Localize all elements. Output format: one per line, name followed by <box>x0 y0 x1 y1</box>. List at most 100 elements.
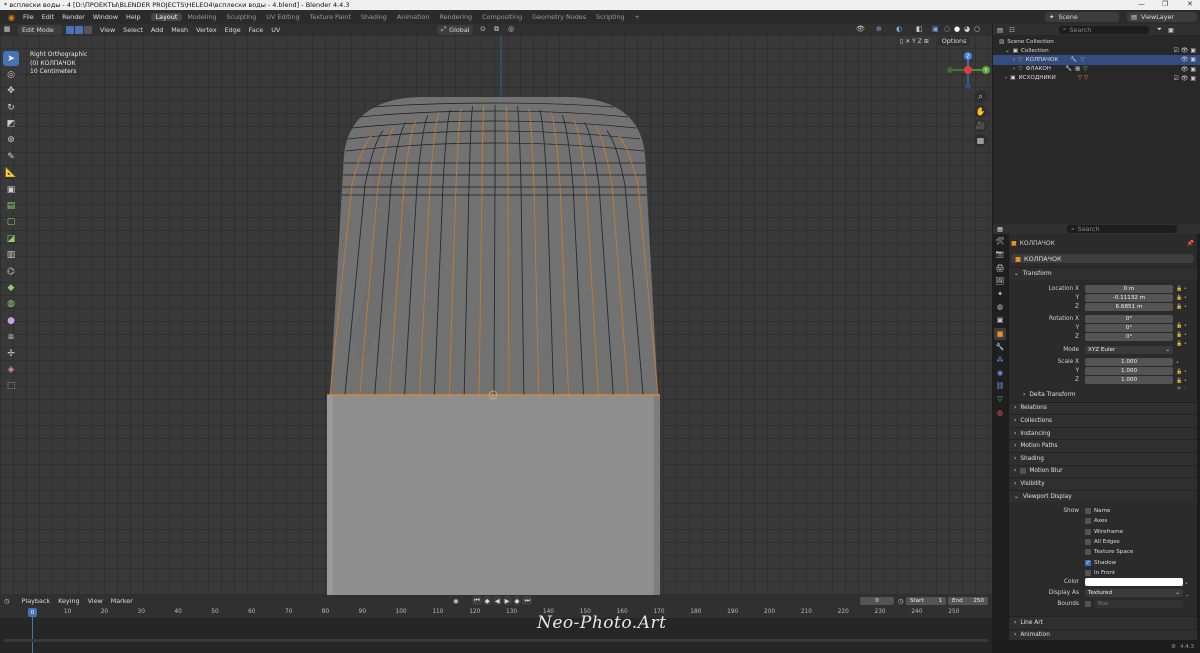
edge-slide-icon[interactable]: ⧈ <box>3 330 19 345</box>
object-datablock-field[interactable]: ■ КОЛПАЧОК <box>1011 254 1194 263</box>
visibility-icon[interactable]: 👁 <box>856 25 865 33</box>
timeline-menu-marker[interactable]: Marker <box>107 597 137 605</box>
location-z-field[interactable]: 6.6851 m <box>1085 303 1173 311</box>
rotation-y-field[interactable]: 0° <box>1085 324 1173 332</box>
constraints-tab-icon[interactable]: ⛓ <box>994 380 1006 392</box>
cursor-icon[interactable]: ◎ <box>3 67 19 82</box>
motion-blur-checkbox[interactable] <box>1020 468 1027 475</box>
start-frame-field[interactable]: Start 1 <box>906 597 946 605</box>
menu-render[interactable]: Render <box>58 13 89 21</box>
outliner-row-collection[interactable]: ⌄ ▣ Collection ☑ 👁 ▣ <box>993 46 1200 55</box>
workspace-tab-sculpting[interactable]: Sculpting <box>221 13 261 21</box>
flakon-visibility-icons[interactable]: 👁 ▣ <box>1181 66 1196 73</box>
viewport-menu-view[interactable]: View <box>96 26 119 34</box>
annotate-icon[interactable]: ✎ <box>3 149 19 164</box>
timeline-menu-playback[interactable]: Playback <box>18 597 55 605</box>
data-tab-icon[interactable]: ▽ <box>994 393 1006 405</box>
workspace-tab-rendering[interactable]: Rendering <box>434 13 477 21</box>
lock-keyframe-column[interactable]: 🔓 •🔓 •🔓 •🔓 •🔓 •🔓 • •🔓 •🔓 •🔓 • <box>1176 285 1187 395</box>
outliner-filter-icon[interactable]: ☷ <box>1009 26 1015 34</box>
outliner-search-input[interactable]: ⌕ Search <box>1058 25 1149 34</box>
particles-tab-icon[interactable]: ⁂ <box>994 354 1006 366</box>
end-frame-field[interactable]: End 250 <box>948 597 988 605</box>
rip-region-icon[interactable]: ⬚ <box>3 379 19 394</box>
viewport-menu-face[interactable]: Face <box>245 26 267 34</box>
measure-icon[interactable]: 📐 <box>3 166 19 181</box>
view-layer-tab-icon[interactable]: 🖼 <box>994 275 1006 287</box>
face-select-icon[interactable] <box>84 25 92 34</box>
vertex-select-icon[interactable] <box>66 25 74 34</box>
workspace-tab-scripting[interactable]: Scripting <box>591 13 629 21</box>
smooth-icon[interactable]: ● <box>3 313 19 328</box>
workspace-tab-uv-editing[interactable]: UV Editing <box>261 13 304 21</box>
section-motion-paths[interactable]: › Motion Paths <box>1009 439 1197 452</box>
knife-icon[interactable]: ⌬ <box>3 264 19 279</box>
new-collection-icon[interactable]: ▣ <box>1168 26 1174 34</box>
snap-icon[interactable]: ⧉ <box>494 25 499 34</box>
timeline-menu-keying[interactable]: Keying <box>54 597 83 605</box>
workspace-tab-compositing[interactable]: Compositing <box>477 13 527 21</box>
scale-y-field[interactable]: 1.000 <box>1085 367 1173 375</box>
show-wireframe-checkbox[interactable]: Wireframe <box>1085 528 1123 535</box>
wireframe-shading-icon[interactable]: ◌ <box>944 25 950 33</box>
poly-build-icon[interactable]: ◆ <box>3 280 19 295</box>
location-x-field[interactable]: 0 m <box>1085 285 1173 293</box>
pin-icon[interactable]: 📌 <box>1187 240 1194 247</box>
solid-shading-icon[interactable]: ● <box>954 25 960 33</box>
move-icon[interactable]: ✥ <box>3 84 19 99</box>
timeline-scrollbar[interactable] <box>4 639 988 642</box>
collapse-chevron-icon[interactable]: › <box>1013 57 1015 63</box>
show-name-checkbox[interactable]: Name <box>1085 508 1111 514</box>
grid-perspective-icon[interactable]: ▦ <box>974 133 987 147</box>
timeline-editor-icon[interactable]: ◷ <box>4 597 10 605</box>
section-shading[interactable]: › Shading <box>1009 451 1197 465</box>
collection-tab-icon[interactable]: ▣ <box>994 314 1006 326</box>
menu-file[interactable]: File <box>19 13 38 21</box>
workspace-tab-texture-paint[interactable]: Texture Paint <box>305 13 356 21</box>
spin-icon[interactable]: ◍ <box>3 297 19 312</box>
bounds-checkbox[interactable] <box>1085 601 1091 607</box>
play-reverse-icon[interactable]: ◀ <box>492 596 502 605</box>
editor-type-icon[interactable]: ▦ <box>0 24 14 34</box>
properties-editor-icon[interactable]: ▦ <box>997 225 1003 233</box>
shear-icon[interactable]: ◈ <box>3 362 19 377</box>
section-viewport-display[interactable]: ⌄ Viewport Display <box>1009 489 1197 503</box>
workspace-tab-animation[interactable]: Animation <box>392 13 435 21</box>
outliner-funnel-icon[interactable]: ⏷ <box>1157 25 1162 34</box>
transform-orientation-selector[interactable]: ⤢ Global <box>437 24 473 35</box>
menu-edit[interactable]: Edit <box>38 13 58 21</box>
mode-selector[interactable]: Edit Mode <box>18 24 62 35</box>
jump-start-icon[interactable]: ⏮ <box>472 596 482 605</box>
location-y-field[interactable]: -0.11132 m <box>1085 294 1173 302</box>
close-icon[interactable]: ✕ <box>1187 0 1193 8</box>
kolpachok-visibility-icons[interactable]: 👁 ▣ <box>1181 56 1196 63</box>
section-motion-blur[interactable]: › Motion Blur <box>1009 464 1197 478</box>
outliner-row-iskhodniki[interactable]: › ▣ ИСХОДНИКИ ▽ ▽ ☑ 👁 ▣ <box>993 74 1200 83</box>
show-in-front-checkbox[interactable]: In Front <box>1085 569 1115 576</box>
output-tab-icon[interactable]: 🖨 <box>994 262 1006 274</box>
section-visibility[interactable]: › Visibility <box>1009 477 1197 490</box>
loop-cut-icon[interactable]: ▥ <box>3 248 19 263</box>
maximize-icon[interactable]: ❐ <box>1162 0 1168 8</box>
section-line-art[interactable]: › Line Art <box>1009 616 1197 629</box>
show-all-edges-checkbox[interactable]: All Edges <box>1085 538 1120 545</box>
object-tab-icon[interactable]: ■ <box>994 327 1006 340</box>
clock-icon[interactable]: ◷ <box>898 597 904 605</box>
snap-xyz-icons[interactable]: ▯ ✕ Y Z ⊞ <box>900 38 929 45</box>
blender-logo-icon[interactable]: ◉ <box>4 13 19 22</box>
proportional-editing-icon[interactable]: ◎ <box>508 25 514 33</box>
viewport-menu-mesh[interactable]: Mesh <box>167 26 192 34</box>
minimize-icon[interactable]: — <box>1138 0 1145 8</box>
tool-tab-icon[interactable]: 🛠 <box>994 235 1006 247</box>
camera-view-icon[interactable]: 🎥 <box>974 119 987 132</box>
play-icon[interactable]: ▶ <box>502 596 512 605</box>
viewport-display-keyframes[interactable]: • ⌄ <box>1185 579 1189 601</box>
edge-select-icon[interactable] <box>75 25 83 34</box>
rotation-z-field[interactable]: 0° <box>1085 333 1173 341</box>
section-instancing[interactable]: › Instancing <box>1009 426 1197 440</box>
rotation-mode-select[interactable]: XYZ Euler ⌄ <box>1085 346 1173 354</box>
workspace-tab-shading[interactable]: Shading <box>356 13 392 21</box>
pivot-icon[interactable]: ⊙ <box>480 25 486 33</box>
menu-window[interactable]: Window <box>89 13 122 21</box>
world-tab-icon[interactable]: ◍ <box>994 301 1006 313</box>
